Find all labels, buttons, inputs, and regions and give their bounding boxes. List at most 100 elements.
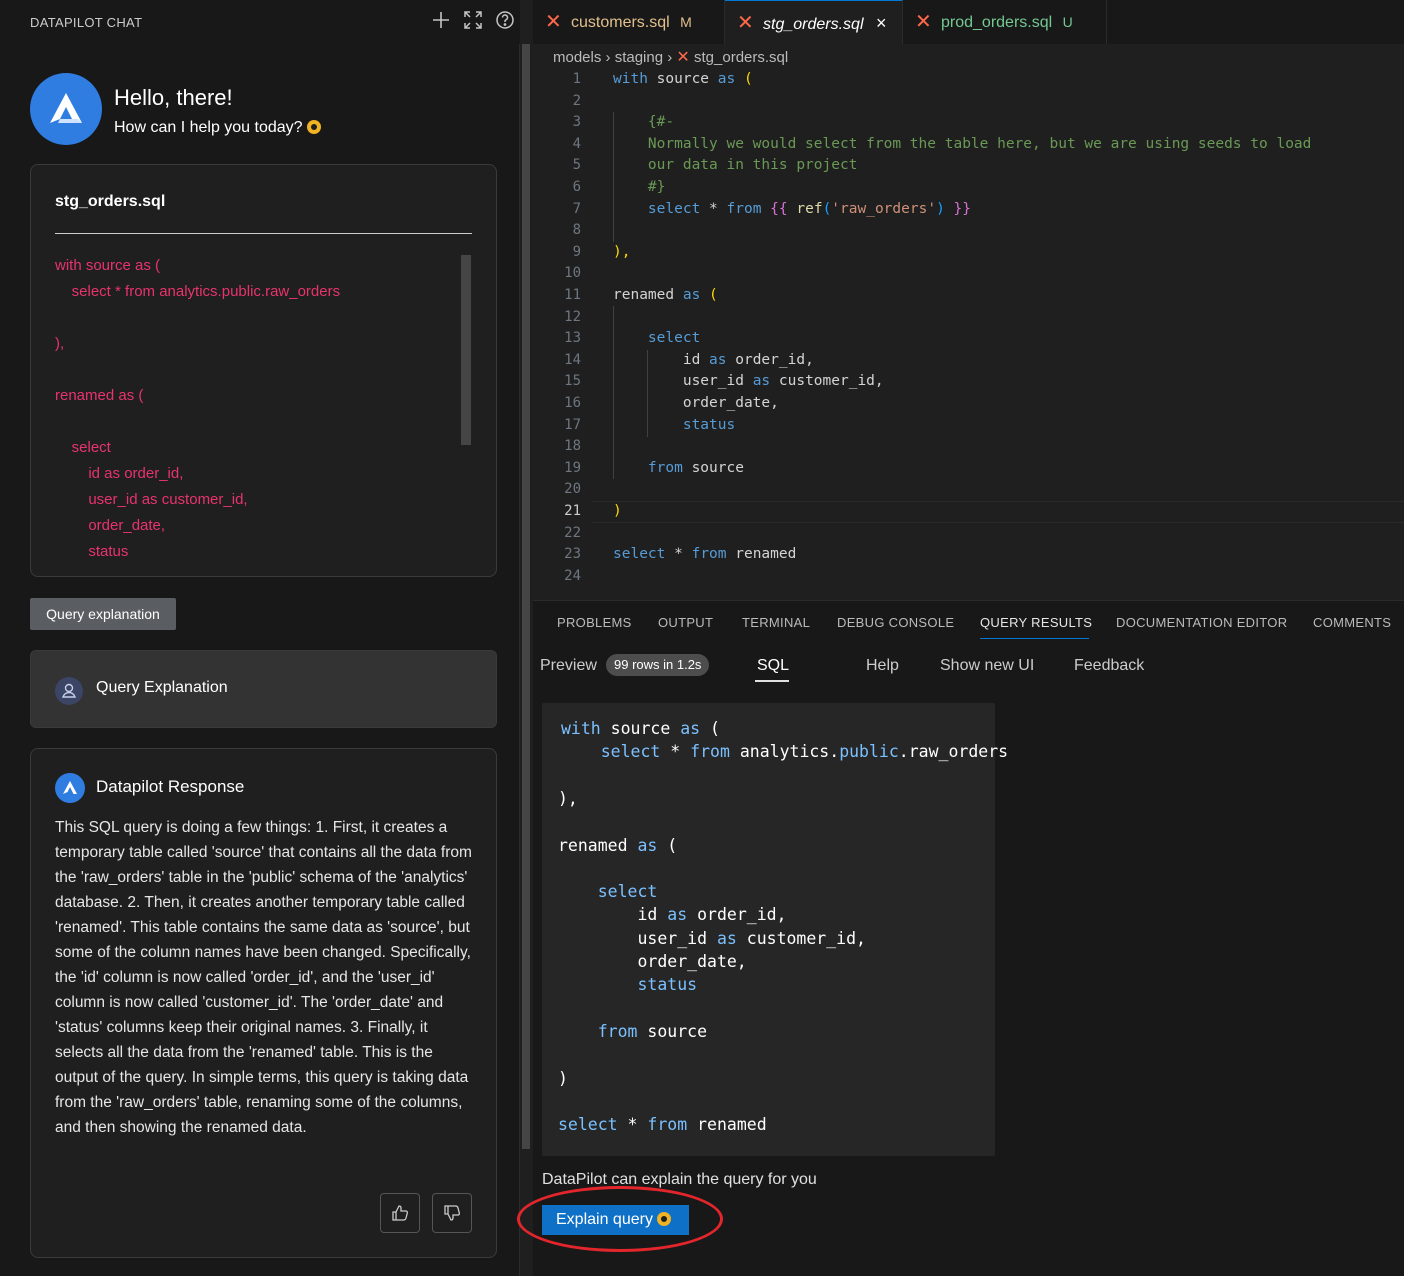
code-token: as [682, 287, 701, 303]
sql-token: ( [657, 835, 678, 855]
code-token: from [613, 459, 683, 476]
code-line: from source [613, 460, 744, 476]
divider [55, 233, 472, 234]
code-line: select [613, 330, 700, 346]
panel-tab-comments[interactable]: COMMENTS [1313, 615, 1391, 630]
panel-tab-output[interactable]: OUTPUT [658, 615, 713, 630]
tab-prod-orders-sql[interactable]: ✕ prod_orders.sql U [903, 0, 1107, 44]
line-number: 15 [564, 373, 581, 390]
sql-line: renamed as ( [558, 836, 677, 855]
panel-splitter[interactable] [520, 44, 532, 1276]
sql-token: .raw_orders [898, 742, 1009, 762]
sql-token: renamed [687, 1115, 767, 1135]
code-token: select [613, 330, 701, 347]
datapilot-avatar-icon [55, 773, 85, 803]
breadcrumb-item[interactable]: staging [615, 49, 663, 66]
breadcrumb: models › staging › ✕ stg_orders.sql [553, 48, 788, 68]
panel-tab-terminal[interactable]: TERMINAL [742, 615, 810, 630]
panel-tab-documentation-editor[interactable]: DOCUMENTATION EDITOR [1116, 615, 1287, 630]
query-explanation-chip[interactable]: Query explanation [30, 598, 176, 630]
subtab-preview[interactable]: Preview [540, 657, 597, 675]
code-token: renamed [613, 287, 683, 303]
plus-icon[interactable] [430, 10, 452, 32]
panel-tab-debug-console[interactable]: DEBUG CONSOLE [837, 615, 954, 630]
code-line: id as order_id, [613, 352, 814, 368]
line-number: 2 [572, 92, 581, 109]
code-line: status [613, 417, 735, 433]
file-card-code: with source as ( select * from analytics… [55, 253, 455, 565]
code-line: order_date, [55, 517, 166, 534]
subtab-help[interactable]: Help [866, 657, 899, 675]
code-token: ref [787, 200, 823, 217]
thumbs-down-icon[interactable] [432, 1193, 472, 1233]
code-line: ), [613, 244, 630, 260]
code-line: renamed as ( [55, 387, 144, 404]
code-line: status [55, 543, 129, 560]
code-line: #} [613, 179, 665, 195]
code-token: ( [700, 287, 718, 303]
tab-customers-sql[interactable]: ✕ customers.sql M [533, 0, 725, 44]
explain-hint: DataPilot can explain the query for you [542, 1171, 817, 1188]
thumbs-up-icon[interactable] [380, 1193, 420, 1233]
tab-status: M [680, 14, 692, 30]
sql-token: * [660, 742, 691, 762]
expand-icon[interactable] [462, 10, 484, 32]
line-number: 17 [564, 416, 581, 433]
sql-token: as [680, 719, 701, 738]
code-line: renamed as ( [613, 287, 718, 303]
dbt-icon: ✕ [915, 11, 932, 33]
line-number: 24 [564, 567, 581, 584]
subtab-sql[interactable]: SQL [757, 657, 789, 675]
dbt-icon: ✕ [676, 49, 690, 66]
datapilot-response-card: Datapilot Response This SQL query is doi… [30, 748, 497, 1258]
chat-title: DATAPILOT CHAT [30, 15, 143, 30]
sql-token: select [558, 882, 658, 902]
breadcrumb-item[interactable]: stg_orders.sql [694, 49, 788, 66]
sql-token: as [667, 905, 688, 925]
code-token: * [665, 546, 692, 563]
sql-token: order_date, [558, 952, 747, 971]
panel-tab-query-results[interactable]: QUERY RESULTS [980, 615, 1092, 630]
code-token: as [709, 351, 727, 368]
breadcrumb-item[interactable]: models [553, 49, 601, 66]
code-line: ) [613, 503, 622, 519]
subtab-feedback[interactable]: Feedback [1074, 657, 1144, 675]
code-line: select * from {{ ref('raw_orders') }} [613, 201, 971, 217]
code-token: ), [613, 243, 631, 260]
code-token: our data in this project [613, 157, 858, 174]
scrollbar[interactable] [461, 255, 471, 445]
close-icon[interactable]: × [876, 13, 887, 33]
datapilot-logo [30, 73, 102, 145]
sql-token: as [637, 835, 658, 855]
sql-line: from source [558, 1022, 707, 1041]
help-icon[interactable] [494, 10, 516, 32]
tab-stg-orders-sql[interactable]: ✕ stg_orders.sql × [725, 0, 903, 44]
annotation-circle [517, 1186, 723, 1252]
code-line: order_date, [613, 395, 779, 411]
scrollbar[interactable] [522, 44, 530, 1149]
panel-tab-problems[interactable]: PROBLEMS [557, 615, 632, 630]
code-line: id as order_id, [55, 465, 184, 482]
code-token: order_date, [613, 395, 779, 411]
sql-token: analytics. [729, 742, 840, 762]
code-token: ) [613, 503, 622, 519]
code-token: select [613, 200, 701, 217]
code-line: select * from analytics.public.raw_order… [55, 283, 341, 300]
code-token: #} [613, 179, 666, 195]
line-number: 11 [564, 287, 581, 303]
sql-line: order_date, [558, 952, 747, 971]
code-line: user_id as customer_id, [55, 491, 248, 508]
subtab-show-new-ui[interactable]: Show new UI [940, 657, 1034, 675]
code-token: customer_id, [770, 373, 884, 390]
line-number: 5 [572, 157, 581, 174]
code-token: Normally we would select from the table … [613, 135, 1312, 152]
sql-token: as [716, 928, 737, 948]
chevron-right-icon: › [605, 49, 615, 66]
code-token: renamed [726, 546, 797, 563]
response-text: This SQL query is doing a few things: 1.… [55, 819, 472, 1136]
file-context-card: stg_orders.sql with source as ( select *… [30, 164, 497, 577]
chat-header: DATAPILOT CHAT [0, 0, 520, 44]
user-message-text: Query Explanation [96, 679, 228, 696]
